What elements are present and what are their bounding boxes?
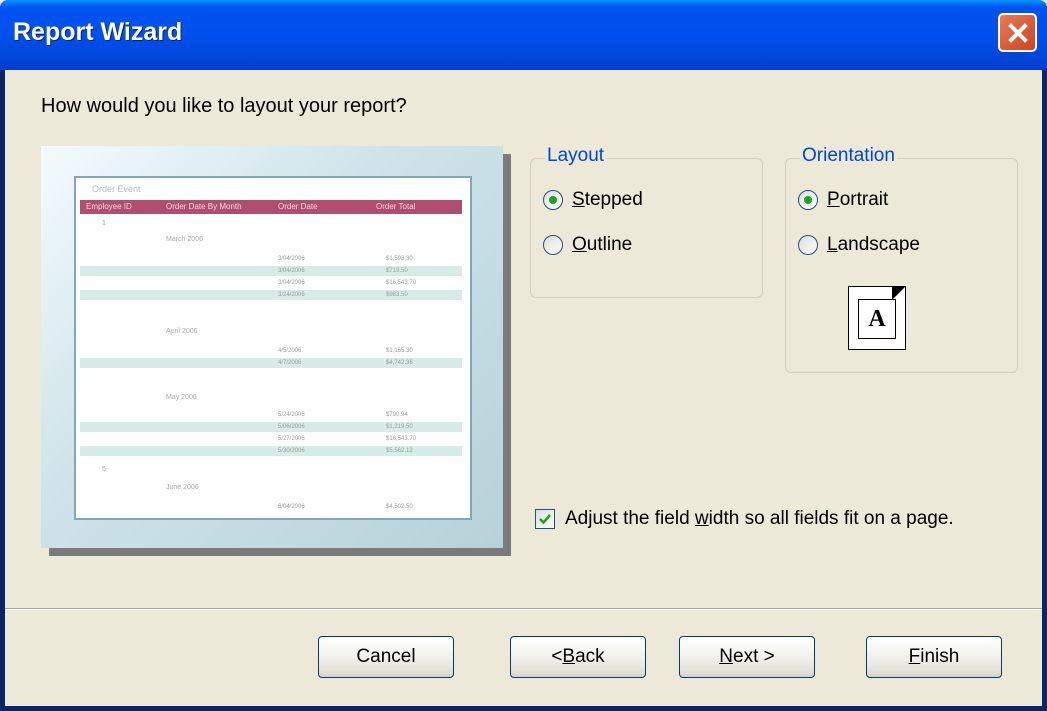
radio-outline[interactable]: Outline [543, 234, 632, 256]
preview-header-cell: Order Total [376, 202, 416, 211]
cancel-button[interactable]: Cancel [318, 636, 454, 678]
radio-label-portrait: Portrait [827, 189, 889, 210]
preview-header-row: Employee ID Order Date By Month Order Da… [80, 200, 462, 214]
preview-header-cell: Employee ID [86, 202, 132, 211]
preview-row: 3/04/2006 $719.50 [80, 266, 462, 276]
preview-row: 3/04/2006 $1,593.30 [278, 256, 413, 262]
preview-paper: Order Event Employee ID Order Date By Mo… [74, 176, 472, 520]
adjust-width-label: Adjust the field width so all fields fit… [565, 508, 954, 529]
title-bar[interactable]: Report Wizard [0, 0, 1047, 70]
radio-label-outline: Outline [572, 234, 633, 255]
page-letter: A [858, 299, 896, 339]
preview-header-cell: Order Date By Month [166, 202, 242, 211]
radio-label-landscape: Landscape [827, 234, 920, 255]
finish-button[interactable]: Finish [866, 636, 1002, 678]
preview-header-cell: Order Date [278, 202, 318, 211]
preview-group-id: 1 [102, 220, 106, 227]
preview-row: 5/30/2006 $5,562.12 [80, 446, 462, 456]
radio-portrait[interactable]: Portrait [798, 189, 888, 211]
radio-stepped[interactable]: Stepped [543, 189, 643, 211]
radio-landscape[interactable]: Landscape [798, 234, 920, 256]
preview-row: 3/04/2006 $16,543.70 [278, 280, 417, 286]
layout-group: Layout Stepped Outline [530, 145, 763, 298]
layout-question: How would you like to layout your report… [41, 95, 407, 117]
report-wizard-window: Report Wizard How would you like to layo… [0, 0, 1047, 711]
preview-row: 5/24/2006 $790.94 [278, 412, 408, 418]
preview-group-month: May 2006 [166, 394, 197, 401]
preview-row: 4/5/2006 $1,165.30 [278, 348, 413, 354]
layout-preview: Order Event Employee ID Order Date By Mo… [41, 146, 503, 548]
radio-button[interactable] [543, 235, 563, 255]
portrait-page-icon: A [848, 286, 906, 350]
back-button[interactable]: < Back [510, 636, 646, 678]
checkmark-icon [539, 514, 551, 525]
preview-row: 6/04/2006 $4,502.50 [278, 504, 413, 510]
preview-report-title: Order Event [92, 184, 141, 194]
preview-group-id: 5 [102, 466, 106, 473]
orientation-legend: Orientation [800, 145, 897, 167]
preview-row: 5/27/2006 $16,543.70 [278, 436, 417, 442]
radio-selected-dot [804, 196, 812, 204]
radio-button[interactable] [798, 235, 818, 255]
radio-selected-dot [549, 196, 557, 204]
preview-group-month: June 2006 [166, 484, 199, 491]
preview-row: 3/24/2006 $983.50 [80, 290, 462, 300]
preview-row: 5/06/2006 $1,219.50 [80, 422, 462, 432]
orientation-group: Orientation Portrait Landscape A [785, 145, 1018, 373]
layout-legend: Layout [545, 145, 607, 167]
page-fold [892, 286, 906, 300]
radio-label-stepped: Stepped [572, 189, 643, 210]
close-icon [1007, 22, 1028, 43]
preview-row: 4/7/2006 $4,742.36 [80, 358, 462, 368]
window-title: Report Wizard [13, 18, 183, 46]
next-button[interactable]: Next > [679, 636, 815, 678]
dialog-body: How would you like to layout your report… [5, 70, 1042, 706]
close-button[interactable] [998, 13, 1037, 52]
preview-group-month: March 2006 [166, 236, 203, 243]
radio-button[interactable] [543, 190, 563, 210]
separator-line [5, 608, 1042, 610]
preview-group-month: April 2006 [166, 328, 198, 335]
radio-button[interactable] [798, 190, 818, 210]
adjust-width-checkbox[interactable] [535, 509, 555, 529]
